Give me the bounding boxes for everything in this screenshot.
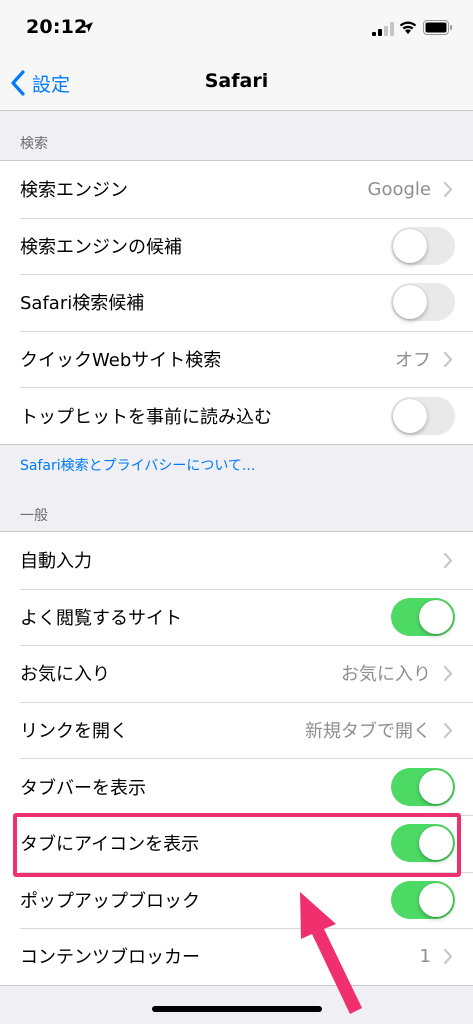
row-label: よく閲覧するサイト — [20, 607, 182, 629]
toggle-safari-suggestions[interactable] — [391, 283, 455, 322]
general-settings-group: 自動入力 よく閲覧するサイト お気に入り お気に入り リンクを開く 新規タブで開… — [0, 531, 473, 986]
row-favorites[interactable]: お気に入り お気に入り — [0, 645, 473, 702]
section-header-search: 検索 — [20, 136, 48, 152]
status-time: 20:12 — [26, 16, 88, 38]
pointer-arrow-icon — [300, 892, 362, 1014]
privacy-link[interactable]: Safari検索とプライバシーについて... — [20, 455, 255, 475]
row-search-engine-suggestions: 検索エンジンの候補 — [0, 217, 473, 275]
wifi-icon — [399, 21, 417, 34]
row-label: タブバーを表示 — [20, 777, 146, 799]
row-label: リンクを開く — [20, 721, 128, 743]
signal-icon — [372, 22, 394, 36]
chevron-right-icon — [443, 351, 453, 367]
row-value: お気に入り — [341, 664, 431, 686]
toggle-knob — [419, 599, 453, 634]
toggle-show-icons-in-tabs[interactable] — [391, 824, 455, 863]
row-block-popups: ポップアップブロック — [0, 871, 473, 929]
toggle-block-popups[interactable] — [391, 880, 455, 919]
row-value: 新規タブで開く — [305, 721, 431, 743]
row-preload-top-hit: トップヒットを事前に読み込む — [0, 387, 473, 444]
row-label: タブにアイコンを表示 — [20, 834, 200, 856]
toggle-preload-top-hit[interactable] — [391, 396, 455, 435]
row-frequently-visited: よく閲覧するサイト — [0, 588, 473, 646]
toggle-knob — [419, 769, 453, 804]
toggle-frequently-visited[interactable] — [391, 597, 455, 636]
row-show-tab-bar: タブバーを表示 — [0, 758, 473, 815]
row-label: 自動入力 — [20, 551, 92, 573]
search-settings-group: 検索エンジン Google 検索エンジンの候補 Safari検索候補 クイックW… — [0, 160, 473, 445]
row-open-links[interactable]: リンクを開く 新規タブで開く — [0, 701, 473, 759]
row-label: Safari検索候補 — [20, 293, 145, 315]
chevron-right-icon — [443, 552, 453, 568]
row-label: 検索エンジンの候補 — [20, 236, 182, 258]
toggle-search-engine-suggestions[interactable] — [391, 226, 455, 265]
row-label: 検索エンジン — [20, 180, 128, 202]
chevron-right-icon — [443, 948, 453, 965]
location-arrow-icon — [83, 22, 93, 32]
row-label: お気に入り — [20, 664, 110, 686]
row-value: オフ — [395, 350, 431, 372]
row-show-icons-in-tabs: タブにアイコンを表示 — [0, 814, 473, 872]
row-label: トップヒットを事前に読み込む — [20, 406, 272, 428]
chevron-right-icon — [443, 665, 453, 682]
row-safari-suggestions: Safari検索候補 — [0, 274, 473, 331]
toggle-knob — [393, 228, 427, 263]
toggle-knob — [393, 398, 427, 433]
row-content-blockers[interactable]: コンテンツブロッカー 1 — [0, 928, 473, 985]
battery-icon — [423, 20, 452, 35]
toggle-knob — [419, 826, 453, 861]
row-value: 1 — [419, 945, 431, 967]
row-value: Google — [367, 178, 431, 200]
section-header-general: 一般 — [20, 508, 48, 524]
chevron-right-icon — [443, 181, 453, 197]
row-autofill[interactable]: 自動入力 — [0, 532, 473, 589]
home-indicator — [152, 1006, 322, 1012]
chevron-right-icon — [443, 722, 453, 738]
row-quick-website-search[interactable]: クイックWebサイト検索 オフ — [0, 330, 473, 388]
navigation-bar: 設定 Safari — [0, 56, 473, 111]
row-search-engine[interactable]: 検索エンジン Google — [0, 161, 473, 218]
row-label: クイックWebサイト検索 — [20, 350, 222, 372]
toggle-show-tab-bar[interactable] — [391, 767, 455, 806]
status-bar: 20:12 — [0, 0, 473, 56]
toggle-knob — [393, 285, 427, 320]
page-title: Safari — [204, 70, 269, 92]
toggle-knob — [419, 882, 453, 917]
